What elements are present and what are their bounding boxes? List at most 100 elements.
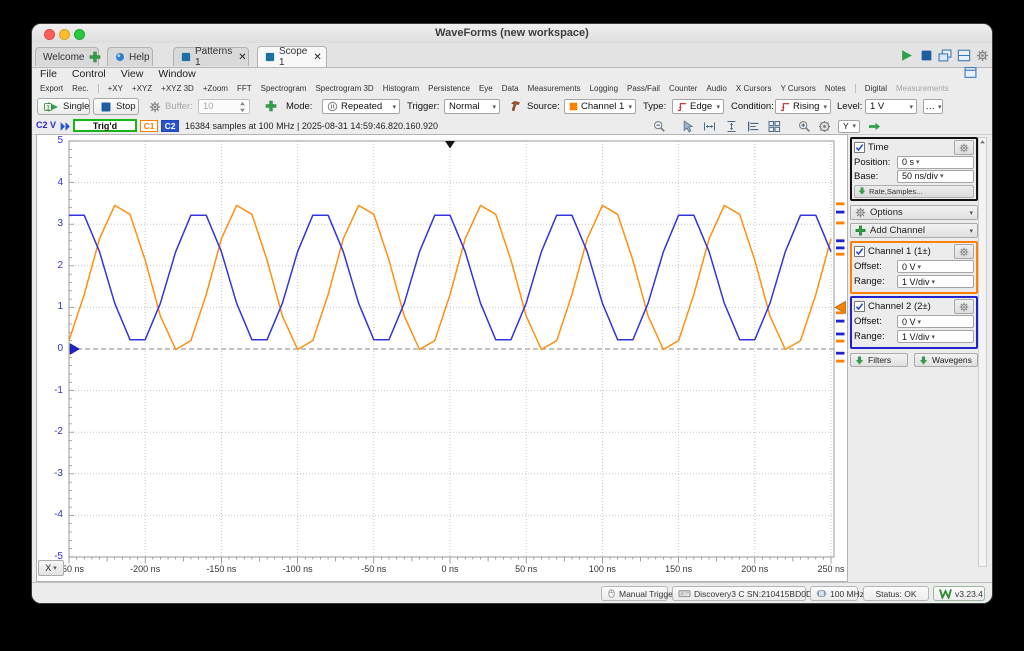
view-item-spectrogram-3d[interactable]: Spectrogram 3D	[315, 84, 373, 93]
channel2-offset-select[interactable]: 0 V ▾	[897, 315, 974, 328]
view-item-rec-[interactable]: Rec.	[72, 84, 88, 93]
mode-select[interactable]: Repeated ▾	[322, 99, 400, 114]
run-all-icon[interactable]	[900, 49, 913, 62]
panel-scrollbar[interactable]	[978, 137, 987, 567]
quad-view-icon[interactable]	[768, 120, 781, 133]
wavegens-button[interactable]: Wavegens	[914, 353, 978, 367]
cascade-windows-icon[interactable]	[938, 49, 952, 62]
green-arrow-icon[interactable]	[868, 120, 881, 133]
view-item-spectrogram[interactable]: Spectrogram	[261, 84, 307, 93]
device-button[interactable]: Discovery3 C SN:210415BD0D86	[672, 586, 822, 601]
undock-window-icon[interactable]	[964, 66, 977, 79]
condition-select[interactable]: Rising ▾	[775, 99, 831, 114]
frequency-button[interactable]: 100 MHz	[810, 586, 864, 601]
y-axis-unit-label[interactable]: C2 V	[36, 120, 56, 130]
zoom-in-icon[interactable]	[798, 120, 811, 133]
zoom-out-icon[interactable]	[653, 120, 666, 133]
view-item-audio[interactable]: Audio	[706, 84, 726, 93]
tab-patterns-1[interactable]: Patterns 1 ✕	[173, 46, 249, 68]
zoom-options-icon[interactable]	[818, 120, 831, 133]
buffer-spinner[interactable]: 10	[198, 99, 250, 114]
add-instrument-icon[interactable]	[89, 51, 101, 63]
spinner-icon[interactable]	[239, 101, 246, 113]
tab-help[interactable]: Help	[107, 47, 153, 66]
channel1-gear-button[interactable]	[954, 244, 974, 259]
close-tab-icon[interactable]: ✕	[238, 52, 246, 63]
type-value: Edge	[690, 101, 713, 112]
waveform-plot[interactable]	[37, 135, 847, 581]
channel1-checkbox[interactable]	[854, 246, 865, 257]
menu-item-view[interactable]: View	[121, 68, 144, 80]
view-item-logging[interactable]: Logging	[590, 84, 618, 93]
close-window-button[interactable]	[44, 29, 55, 40]
view-item-eye[interactable]: Eye	[479, 84, 493, 93]
channel2-checkbox[interactable]	[854, 301, 865, 312]
view-item-measurements[interactable]: Measurements	[528, 84, 581, 93]
gear-icon[interactable]	[976, 49, 989, 62]
rate-samples-button[interactable]: Rate,Samples...	[854, 184, 974, 198]
manual-trigger-button[interactable]: Manual Trigger	[601, 586, 676, 601]
menu-item-file[interactable]: File	[40, 68, 57, 80]
view-item-export[interactable]: Export	[40, 84, 63, 93]
stop-button[interactable]: Stop	[93, 98, 139, 115]
view-item-histogram[interactable]: Histogram	[383, 84, 419, 93]
view-item--xyz-3d[interactable]: +XYZ 3D	[161, 84, 194, 93]
single-button[interactable]: 1 Single	[37, 98, 90, 115]
channel1-offset-select[interactable]: 0 V ▾	[897, 260, 974, 273]
view-item--zoom[interactable]: +Zoom	[203, 84, 228, 93]
channel2-range-select[interactable]: 1 V/div ▾	[897, 330, 974, 343]
desktop: WaveForms (new workspace) Welcome Help P…	[0, 0, 1024, 651]
options-button[interactable]: Options ▾	[850, 205, 978, 220]
y-tick-label: 5	[57, 135, 63, 146]
view-item--xy[interactable]: +XY	[108, 84, 123, 93]
base-select[interactable]: 50 ns/div ▾	[897, 169, 974, 183]
channel2-gear-button[interactable]	[954, 299, 974, 314]
y-scale-button[interactable]: Y ▾	[838, 119, 860, 133]
stop-all-icon[interactable]	[920, 49, 933, 62]
menu-item-window[interactable]: Window	[158, 68, 195, 80]
scroll-up-icon[interactable]	[979, 139, 986, 145]
view-item-counter[interactable]: Counter	[669, 84, 697, 93]
view-item-x-cursors[interactable]: X Cursors	[736, 84, 772, 93]
fast-forward-icon[interactable]	[59, 120, 72, 133]
view-item-notes[interactable]: Notes	[825, 84, 846, 93]
menu-item-control[interactable]: Control	[72, 68, 106, 80]
view-item-pass-fail[interactable]: Pass/Fail	[627, 84, 660, 93]
tab-scope-1[interactable]: Scope 1 ✕	[257, 46, 327, 68]
buffer-gear-icon[interactable]	[149, 101, 161, 113]
tab-welcome[interactable]: Welcome	[35, 47, 101, 66]
add-buffer-icon[interactable]	[265, 100, 277, 112]
hammer-icon[interactable]	[510, 100, 522, 112]
level-combo[interactable]: 1 V ▾	[865, 99, 917, 114]
zoom-window-button[interactable]	[74, 29, 85, 40]
channel1-color-icon	[569, 102, 578, 111]
view-item-persistence[interactable]: Persistence	[428, 84, 470, 93]
source-select[interactable]: Channel 1 ▾	[564, 99, 636, 114]
position-select[interactable]: 0 s ▾	[897, 155, 974, 169]
view-item-data[interactable]: Data	[502, 84, 519, 93]
filters-button[interactable]: Filters	[850, 353, 908, 367]
view-item-fft[interactable]: FFT	[237, 84, 252, 93]
align-left-icon[interactable]	[747, 120, 760, 133]
trigger-select[interactable]: Normal ▾	[444, 99, 500, 114]
status-button[interactable]: Status: OK	[863, 586, 929, 601]
time-gear-button[interactable]	[954, 140, 974, 155]
view-item-y-cursors[interactable]: Y Cursors	[780, 84, 815, 93]
split-window-icon[interactable]	[957, 49, 971, 62]
fit-height-icon[interactable]	[725, 120, 738, 133]
time-checkbox[interactable]	[854, 142, 865, 153]
pointer-tool-icon[interactable]	[682, 120, 695, 133]
view-item-measurements[interactable]: Measurements	[896, 84, 949, 93]
fit-width-icon[interactable]	[703, 120, 716, 133]
minimize-window-button[interactable]	[59, 29, 70, 40]
type-select[interactable]: Edge ▾	[672, 99, 724, 114]
channel1-range-select[interactable]: 1 V/div ▾	[897, 275, 974, 288]
channel1-badge[interactable]: C1	[140, 120, 158, 132]
channel2-badge[interactable]: C2	[161, 120, 179, 132]
x-axis-button[interactable]: X ▾	[38, 560, 64, 576]
more-options-button[interactable]: … ▾	[923, 99, 943, 114]
view-item--xyz[interactable]: +XYZ	[132, 84, 152, 93]
add-channel-button[interactable]: Add Channel ▾	[850, 223, 978, 238]
close-tab-icon[interactable]: ✕	[313, 52, 321, 63]
view-item-digital[interactable]: Digital	[865, 84, 887, 93]
